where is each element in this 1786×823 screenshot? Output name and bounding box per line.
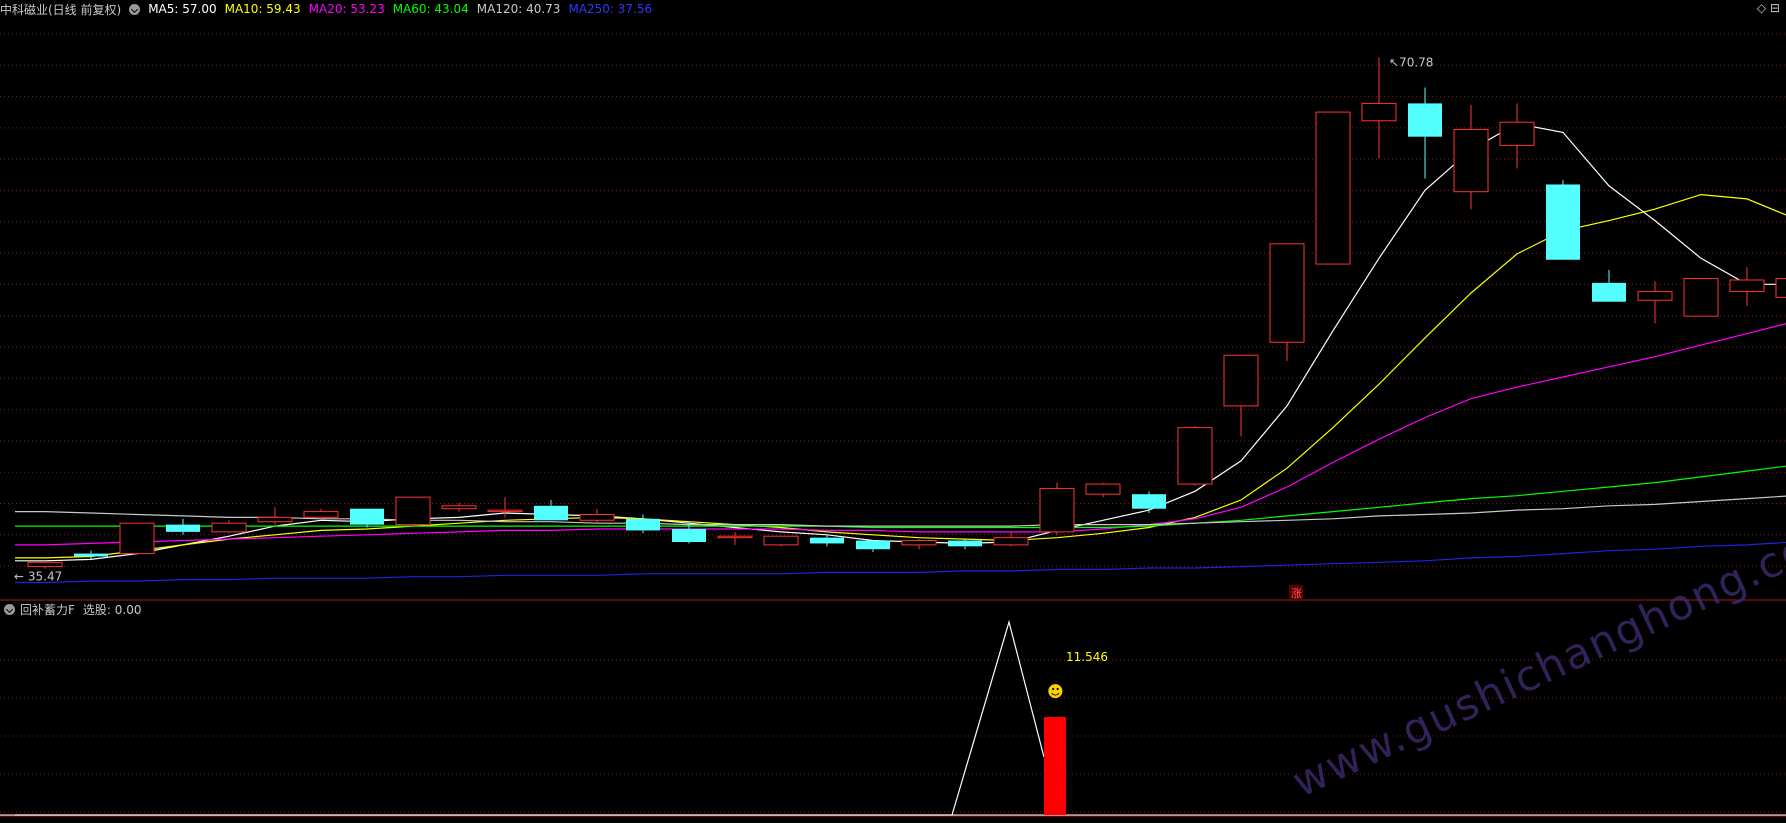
candle-body bbox=[901, 540, 937, 546]
candle-body bbox=[626, 518, 660, 531]
price-header: 中科磁业(日线 前复权) MA5: 57.00 MA10: 59.43 MA20… bbox=[0, 1, 660, 17]
candle bbox=[1546, 180, 1580, 260]
candle bbox=[626, 514, 660, 534]
candle bbox=[441, 502, 477, 512]
indicator-value: 选股: 0.00 bbox=[82, 602, 142, 617]
chart-stage: ↖70.78 ← 35.47 ☻ 11.546 涨 中科磁业(日线 前复权) MA5:… bbox=[0, 0, 1786, 819]
candle bbox=[1269, 243, 1305, 362]
candle bbox=[856, 540, 890, 553]
candle-body bbox=[856, 540, 890, 550]
candle bbox=[1683, 278, 1719, 317]
candle bbox=[1775, 278, 1786, 298]
candle bbox=[1223, 354, 1259, 437]
candle-body bbox=[1269, 243, 1305, 343]
candle-body bbox=[1039, 487, 1075, 533]
candle-body bbox=[487, 509, 523, 513]
candle bbox=[395, 496, 431, 528]
candle bbox=[350, 508, 384, 528]
candle bbox=[1361, 57, 1397, 159]
candle-body bbox=[1223, 354, 1259, 407]
candle bbox=[119, 522, 155, 555]
candle-body bbox=[1499, 121, 1535, 146]
candle-body bbox=[1592, 282, 1626, 302]
candle-body bbox=[257, 516, 293, 523]
candle-body bbox=[395, 496, 431, 526]
indicator-line bbox=[15, 619, 1045, 816]
candle-body bbox=[672, 528, 706, 542]
candle-body bbox=[119, 522, 155, 555]
collapse-icon[interactable] bbox=[129, 3, 141, 15]
indicator-collapse-icon[interactable] bbox=[4, 603, 15, 615]
rise-badge: 涨 bbox=[1291, 587, 1302, 600]
candle bbox=[717, 531, 753, 545]
candle-body bbox=[1453, 128, 1489, 193]
candle-body bbox=[534, 505, 568, 521]
ma120-label: MA120: 40.73 bbox=[476, 2, 561, 16]
candle bbox=[1637, 281, 1673, 324]
candle-body bbox=[441, 505, 477, 510]
indicator-title: 回补蓄力F bbox=[20, 602, 75, 617]
ma250-label: MA250: 37.56 bbox=[568, 2, 653, 16]
smiley-icon: ☻ bbox=[1047, 682, 1064, 701]
kline-chart: ↖70.78 ← 35.47 ☻ 11.546 涨 bbox=[0, 33, 1786, 817]
candle bbox=[1039, 482, 1075, 535]
high-price-label: ↖70.78 bbox=[1389, 55, 1433, 69]
candle-body bbox=[1361, 102, 1397, 122]
candle bbox=[1085, 482, 1121, 498]
ma10-label: MA10: 59.43 bbox=[224, 2, 301, 16]
candle-body bbox=[74, 553, 108, 557]
candle bbox=[1132, 491, 1166, 514]
candle-body bbox=[579, 513, 615, 521]
candle-body bbox=[350, 508, 384, 525]
ma-line-ma250 bbox=[15, 541, 1786, 584]
candle bbox=[1453, 104, 1489, 210]
indicator-bar bbox=[1044, 717, 1066, 815]
candle-body bbox=[27, 561, 63, 568]
ma60-label: MA60: 43.04 bbox=[392, 2, 469, 16]
low-price-label: ← 35.47 bbox=[14, 569, 62, 583]
window-controls-icon[interactable]: ◇ ⊟ bbox=[1757, 1, 1780, 15]
candle-body bbox=[166, 524, 200, 532]
candle-body bbox=[810, 537, 844, 544]
candle-body bbox=[1683, 278, 1719, 317]
candle bbox=[763, 535, 799, 547]
candle bbox=[257, 507, 293, 525]
ma5-label: MA5: 57.00 bbox=[148, 2, 217, 16]
candle bbox=[1592, 269, 1626, 302]
candle bbox=[534, 500, 568, 521]
candle bbox=[1315, 111, 1351, 265]
candle bbox=[1408, 87, 1442, 179]
candle-body bbox=[1637, 291, 1673, 301]
candle-body bbox=[1729, 279, 1765, 293]
candle-body bbox=[717, 535, 753, 539]
candle bbox=[166, 518, 200, 535]
candle-body bbox=[1546, 184, 1580, 260]
candle-body bbox=[1315, 111, 1351, 265]
indicator-value-label: 11.546 bbox=[1066, 650, 1108, 664]
candle-body bbox=[1775, 278, 1786, 298]
candle bbox=[948, 539, 982, 550]
candle-body bbox=[1085, 483, 1121, 495]
candle-body bbox=[1177, 427, 1213, 485]
indicator-header: 回补蓄力F 选股: 0.00 bbox=[0, 601, 141, 617]
candle bbox=[211, 520, 247, 534]
candle-body bbox=[1408, 103, 1442, 137]
candle-body bbox=[211, 522, 247, 533]
candle-body bbox=[993, 537, 1029, 546]
candle-body bbox=[948, 540, 982, 547]
stock-title: 中科磁业(日线 前复权) bbox=[0, 2, 122, 17]
candle-body bbox=[1132, 494, 1166, 509]
candle bbox=[993, 531, 1029, 547]
candle-body bbox=[763, 535, 799, 546]
candle bbox=[901, 539, 937, 550]
candle bbox=[579, 508, 615, 524]
ma20-label: MA20: 53.23 bbox=[308, 2, 385, 16]
candle bbox=[1729, 266, 1765, 307]
candle-body bbox=[303, 511, 339, 518]
candle bbox=[1177, 426, 1213, 486]
candle bbox=[27, 560, 63, 569]
